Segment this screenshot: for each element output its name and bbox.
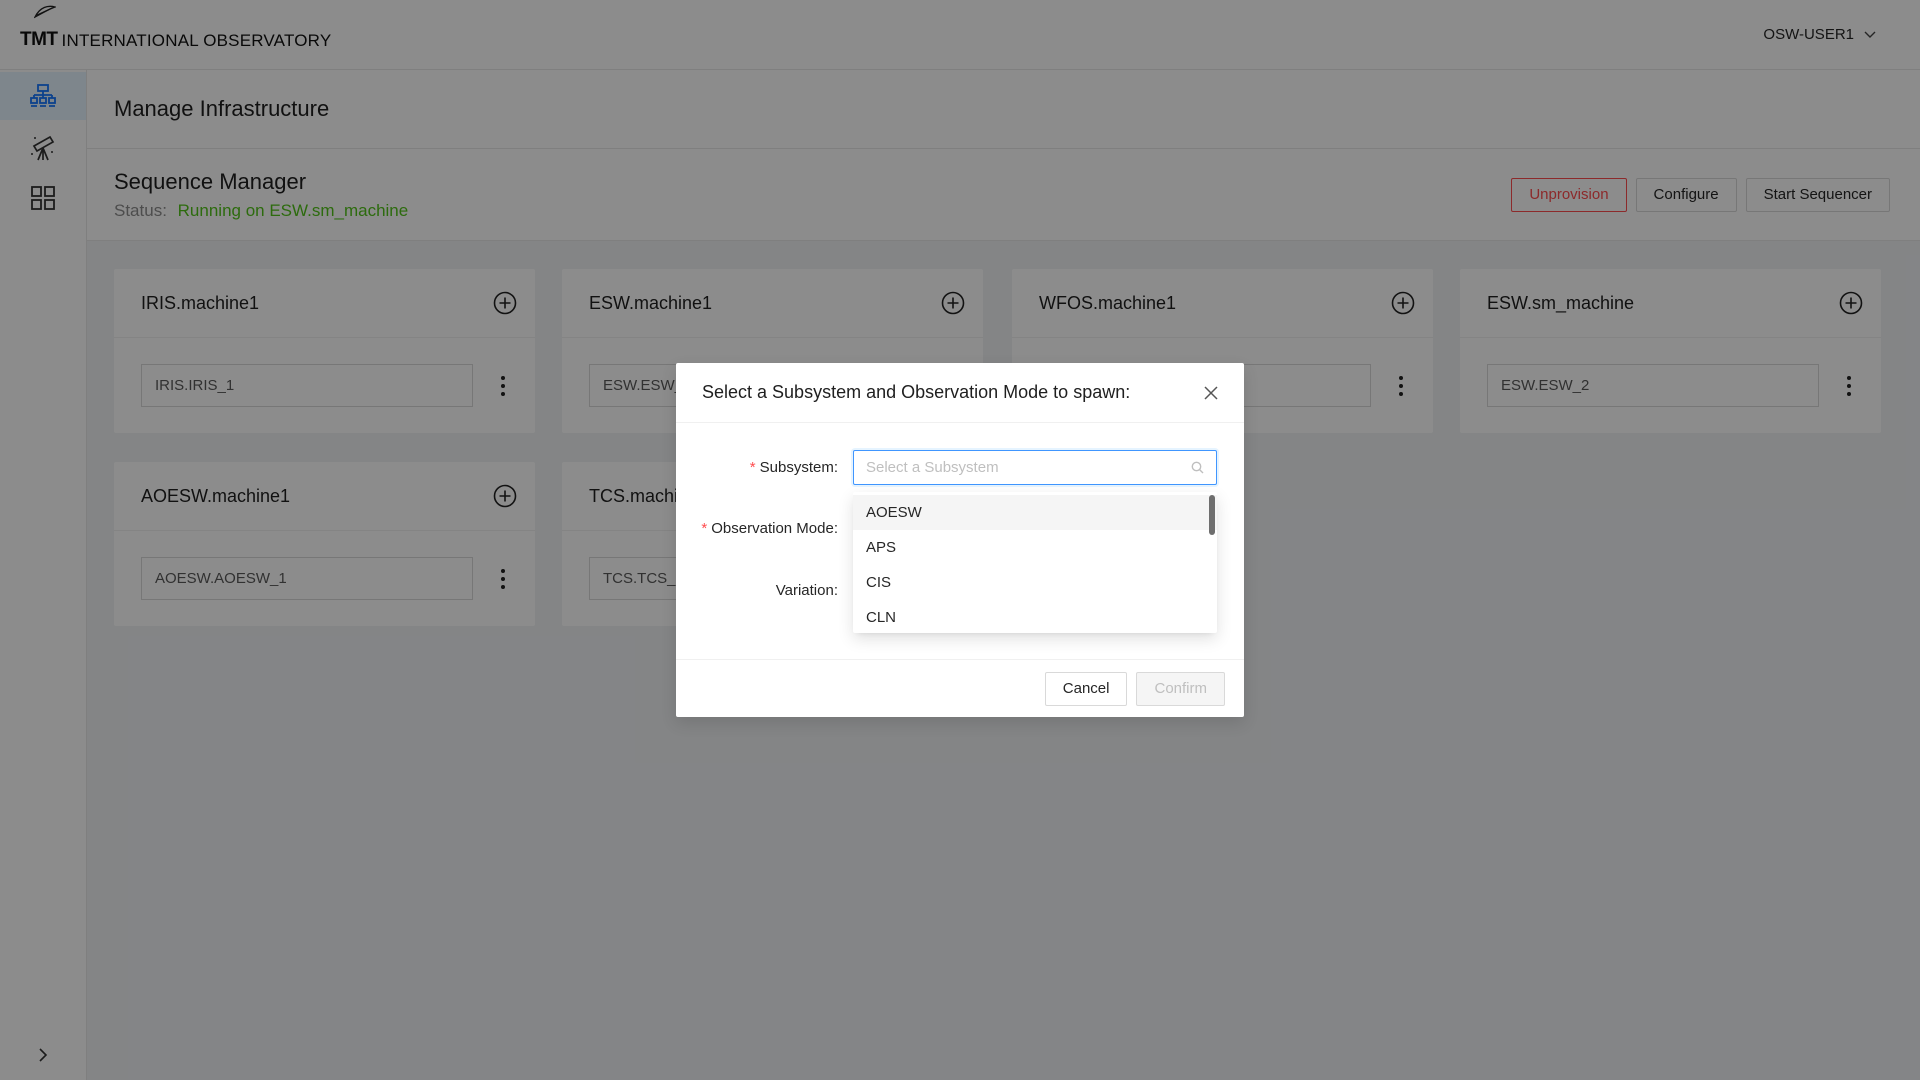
subsystem-placeholder: Select a Subsystem xyxy=(866,459,999,476)
modal-footer: Cancel Confirm xyxy=(676,659,1244,717)
required-mark: * xyxy=(749,459,756,476)
observation-mode-row: * Observation Mode: xyxy=(676,511,846,546)
dropdown-option[interactable]: APS xyxy=(853,530,1217,565)
dropdown-scrollbar[interactable] xyxy=(1209,495,1215,535)
modal-header: Select a Subsystem and Observation Mode … xyxy=(676,363,1244,423)
confirm-button[interactable]: Confirm xyxy=(1136,671,1225,706)
modal-title: Select a Subsystem and Observation Mode … xyxy=(702,382,1131,402)
cancel-button[interactable]: Cancel xyxy=(1044,671,1128,706)
subsystem-select[interactable]: Select a Subsystem xyxy=(853,450,1217,485)
variation-row: Variation: xyxy=(676,573,846,608)
subsystem-dropdown: AOESW APS CIS CLN xyxy=(853,492,1217,633)
required-mark: * xyxy=(701,520,708,537)
close-icon[interactable] xyxy=(1200,382,1222,404)
dropdown-option[interactable]: AOESW xyxy=(853,495,1217,530)
dropdown-option[interactable]: CLN xyxy=(853,600,1217,633)
observation-mode-label: * Observation Mode: xyxy=(701,520,838,537)
subsystem-label: * Subsystem: xyxy=(749,459,838,476)
search-icon xyxy=(1191,461,1204,474)
variation-label: Variation: xyxy=(775,582,838,599)
subsystem-row: * Subsystem: xyxy=(676,450,846,485)
dropdown-option[interactable]: CIS xyxy=(853,565,1217,600)
